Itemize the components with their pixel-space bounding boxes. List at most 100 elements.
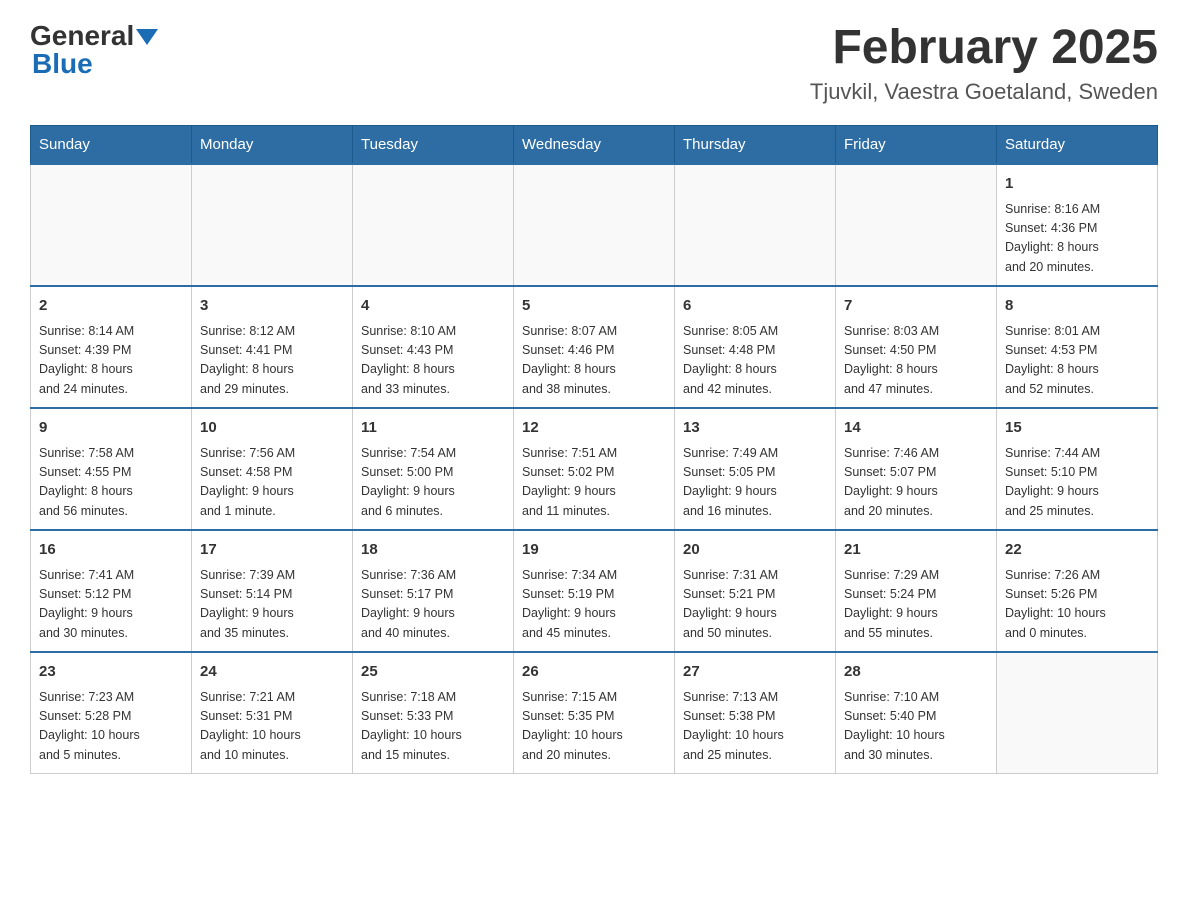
day-number: 18: [361, 539, 505, 562]
day-info: Sunrise: 7:39 AM Sunset: 5:14 PM Dayligh…: [200, 566, 344, 644]
week-row-1: 1 Sunrise: 8:16 AM Sunset: 4:36 PM Daylig…: [31, 164, 1158, 286]
calendar-cell: [675, 164, 836, 286]
week-row-5: 23 Sunrise: 7:23 AM Sunset: 5:28 PM Dayli…: [31, 652, 1158, 774]
day-number: 7: [844, 295, 988, 318]
calendar-cell: 10 Sunrise: 7:56 AM Sunset: 4:58 PM Dayli…: [192, 408, 353, 530]
day-number: 19: [522, 539, 666, 562]
calendar-table: SundayMondayTuesdayWednesdayThursdayFrid…: [30, 125, 1158, 774]
weekday-header-friday: Friday: [836, 126, 997, 165]
day-info: Sunrise: 7:36 AM Sunset: 5:17 PM Dayligh…: [361, 566, 505, 644]
day-info: Sunrise: 7:26 AM Sunset: 5:26 PM Dayligh…: [1005, 566, 1149, 644]
logo: General Blue: [30, 20, 158, 80]
calendar-cell: 7 Sunrise: 8:03 AM Sunset: 4:50 PM Daylig…: [836, 286, 997, 408]
page-header: General Blue February 2025 Tjuvkil, Vaes…: [30, 20, 1158, 105]
day-number: 6: [683, 295, 827, 318]
day-info: Sunrise: 8:16 AM Sunset: 4:36 PM Dayligh…: [1005, 200, 1149, 278]
calendar-cell: 28 Sunrise: 7:10 AM Sunset: 5:40 PM Dayli…: [836, 652, 997, 774]
day-number: 10: [200, 417, 344, 440]
day-number: 21: [844, 539, 988, 562]
logo-triangle-icon: [136, 29, 158, 45]
day-number: 12: [522, 417, 666, 440]
day-number: 3: [200, 295, 344, 318]
day-number: 14: [844, 417, 988, 440]
calendar-cell: 3 Sunrise: 8:12 AM Sunset: 4:41 PM Daylig…: [192, 286, 353, 408]
day-number: 25: [361, 661, 505, 684]
day-number: 20: [683, 539, 827, 562]
calendar-cell: 24 Sunrise: 7:21 AM Sunset: 5:31 PM Dayli…: [192, 652, 353, 774]
calendar-title: February 2025: [810, 20, 1158, 75]
day-number: 17: [200, 539, 344, 562]
day-info: Sunrise: 7:49 AM Sunset: 5:05 PM Dayligh…: [683, 444, 827, 522]
day-info: Sunrise: 8:14 AM Sunset: 4:39 PM Dayligh…: [39, 322, 183, 400]
calendar-cell: 20 Sunrise: 7:31 AM Sunset: 5:21 PM Dayli…: [675, 530, 836, 652]
day-info: Sunrise: 8:03 AM Sunset: 4:50 PM Dayligh…: [844, 322, 988, 400]
weekday-header-saturday: Saturday: [997, 126, 1158, 165]
day-number: 28: [844, 661, 988, 684]
weekday-header-wednesday: Wednesday: [514, 126, 675, 165]
day-number: 26: [522, 661, 666, 684]
calendar-cell: 8 Sunrise: 8:01 AM Sunset: 4:53 PM Daylig…: [997, 286, 1158, 408]
calendar-subtitle: Tjuvkil, Vaestra Goetaland, Sweden: [810, 79, 1158, 105]
calendar-cell: 9Sunrise: 7:58 AM Sunset: 4:55 PM Daylig…: [31, 408, 192, 530]
weekday-header-row: SundayMondayTuesdayWednesdayThursdayFrid…: [31, 126, 1158, 165]
day-number: 27: [683, 661, 827, 684]
calendar-cell: 23 Sunrise: 7:23 AM Sunset: 5:28 PM Dayli…: [31, 652, 192, 774]
calendar-cell: 13 Sunrise: 7:49 AM Sunset: 5:05 PM Dayli…: [675, 408, 836, 530]
day-number: 8: [1005, 295, 1149, 318]
day-info: Sunrise: 7:31 AM Sunset: 5:21 PM Dayligh…: [683, 566, 827, 644]
day-number: 1: [1005, 173, 1149, 196]
calendar-cell: [997, 652, 1158, 774]
calendar-cell: 16Sunrise: 7:41 AM Sunset: 5:12 PM Dayli…: [31, 530, 192, 652]
day-info: Sunrise: 7:29 AM Sunset: 5:24 PM Dayligh…: [844, 566, 988, 644]
weekday-header-monday: Monday: [192, 126, 353, 165]
calendar-cell: 1 Sunrise: 8:16 AM Sunset: 4:36 PM Daylig…: [997, 164, 1158, 286]
calendar-cell: [836, 164, 997, 286]
day-info: Sunrise: 7:51 AM Sunset: 5:02 PM Dayligh…: [522, 444, 666, 522]
calendar-cell: 25 Sunrise: 7:18 AM Sunset: 5:33 PM Dayli…: [353, 652, 514, 774]
day-info: Sunrise: 8:07 AM Sunset: 4:46 PM Dayligh…: [522, 322, 666, 400]
day-number: 24: [200, 661, 344, 684]
day-number: 15: [1005, 417, 1149, 440]
calendar-cell: [514, 164, 675, 286]
calendar-cell: 19 Sunrise: 7:34 AM Sunset: 5:19 PM Dayli…: [514, 530, 675, 652]
day-number: 11: [361, 417, 505, 440]
calendar-cell: 6 Sunrise: 8:05 AM Sunset: 4:48 PM Daylig…: [675, 286, 836, 408]
calendar-cell: 21 Sunrise: 7:29 AM Sunset: 5:24 PM Dayli…: [836, 530, 997, 652]
day-number: 22: [1005, 539, 1149, 562]
day-number: 23: [39, 661, 183, 684]
logo-blue-text: Blue: [30, 48, 93, 80]
calendar-cell: 5 Sunrise: 8:07 AM Sunset: 4:46 PM Daylig…: [514, 286, 675, 408]
day-number: 2: [39, 295, 183, 318]
day-info: Sunrise: 7:15 AM Sunset: 5:35 PM Dayligh…: [522, 688, 666, 766]
day-info: Sunrise: 8:10 AM Sunset: 4:43 PM Dayligh…: [361, 322, 505, 400]
day-info: Sunrise: 7:54 AM Sunset: 5:00 PM Dayligh…: [361, 444, 505, 522]
day-info: Sunrise: 7:21 AM Sunset: 5:31 PM Dayligh…: [200, 688, 344, 766]
day-info: Sunrise: 7:34 AM Sunset: 5:19 PM Dayligh…: [522, 566, 666, 644]
day-info: Sunrise: 7:46 AM Sunset: 5:07 PM Dayligh…: [844, 444, 988, 522]
weekday-header-sunday: Sunday: [31, 126, 192, 165]
day-info: Sunrise: 8:01 AM Sunset: 4:53 PM Dayligh…: [1005, 322, 1149, 400]
calendar-cell: 22 Sunrise: 7:26 AM Sunset: 5:26 PM Dayli…: [997, 530, 1158, 652]
week-row-4: 16Sunrise: 7:41 AM Sunset: 5:12 PM Dayli…: [31, 530, 1158, 652]
day-info: Sunrise: 8:12 AM Sunset: 4:41 PM Dayligh…: [200, 322, 344, 400]
day-info: Sunrise: 7:18 AM Sunset: 5:33 PM Dayligh…: [361, 688, 505, 766]
calendar-cell: [192, 164, 353, 286]
day-number: 13: [683, 417, 827, 440]
day-info: Sunrise: 7:56 AM Sunset: 4:58 PM Dayligh…: [200, 444, 344, 522]
calendar-cell: 15Sunrise: 7:44 AM Sunset: 5:10 PM Dayli…: [997, 408, 1158, 530]
day-number: 9: [39, 417, 183, 440]
calendar-cell: 11 Sunrise: 7:54 AM Sunset: 5:00 PM Dayli…: [353, 408, 514, 530]
calendar-cell: [353, 164, 514, 286]
day-number: 5: [522, 295, 666, 318]
calendar-cell: 26 Sunrise: 7:15 AM Sunset: 5:35 PM Dayli…: [514, 652, 675, 774]
day-info: Sunrise: 7:23 AM Sunset: 5:28 PM Dayligh…: [39, 688, 183, 766]
title-block: February 2025 Tjuvkil, Vaestra Goetaland…: [810, 20, 1158, 105]
weekday-header-thursday: Thursday: [675, 126, 836, 165]
day-number: 16: [39, 539, 183, 562]
calendar-cell: 27Sunrise: 7:13 AM Sunset: 5:38 PM Dayli…: [675, 652, 836, 774]
calendar-cell: 17 Sunrise: 7:39 AM Sunset: 5:14 PM Dayli…: [192, 530, 353, 652]
day-info: Sunrise: 8:05 AM Sunset: 4:48 PM Dayligh…: [683, 322, 827, 400]
day-info: Sunrise: 7:10 AM Sunset: 5:40 PM Dayligh…: [844, 688, 988, 766]
week-row-3: 9Sunrise: 7:58 AM Sunset: 4:55 PM Daylig…: [31, 408, 1158, 530]
weekday-header-tuesday: Tuesday: [353, 126, 514, 165]
